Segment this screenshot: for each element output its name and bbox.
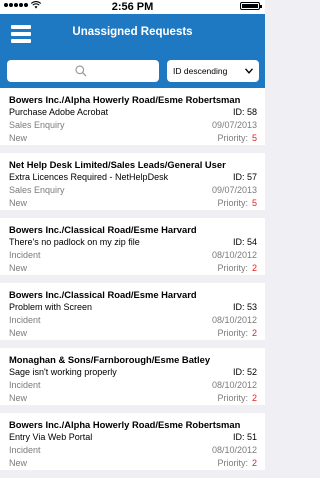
search-icon <box>75 65 87 77</box>
request-priority: Priority: 2 <box>217 458 257 468</box>
request-status: New <box>9 133 28 143</box>
request-status: New <box>9 198 28 208</box>
request-card[interactable]: Bowers Inc./Classical Road/Esme Harvard … <box>0 283 265 340</box>
battery-icon <box>240 2 262 10</box>
priority-value: 2 <box>251 263 257 273</box>
request-title: Bowers Inc./Alpha Howerly Road/Esme Robe… <box>9 94 241 105</box>
request-date: 09/07/2013 <box>211 120 257 130</box>
sort-dropdown[interactable]: ID descending <box>167 60 259 82</box>
request-card[interactable]: Bowers Inc./Classical Road/Esme Harvard … <box>0 218 265 275</box>
request-title: Net Help Desk Limited/Sales Leads/Genera… <box>9 159 226 170</box>
chevron-down-icon <box>245 68 253 74</box>
request-status: New <box>9 328 28 338</box>
request-id: ID: 53 <box>232 302 257 312</box>
priority-value: 2 <box>251 328 257 338</box>
request-priority: Priority: 5 <box>217 198 257 208</box>
request-title: Monaghan & Sons/Farnborough/Esme Batley <box>9 354 211 365</box>
search-toolbar: ID descending <box>0 54 265 88</box>
request-type: Incident <box>9 445 41 455</box>
page-title: Unassigned Requests <box>72 26 193 38</box>
request-id: ID: 57 <box>232 172 257 182</box>
request-summary: There's no padlock on my zip file <box>9 237 140 247</box>
request-card[interactable]: Bowers Inc./Alpha Howerly Road/Esme Robe… <box>0 88 265 145</box>
priority-value: 2 <box>251 458 257 468</box>
request-summary: Problem with Screen <box>9 302 93 312</box>
request-priority: Priority: 5 <box>217 133 257 143</box>
request-summary: Sage isn't working properly <box>9 367 117 377</box>
request-id: ID: 54 <box>232 237 257 247</box>
request-card[interactable]: Bowers Inc./Alpha Howerly Road/Esme Robe… <box>0 413 265 470</box>
request-status: New <box>9 393 28 403</box>
request-date: 08/10/2012 <box>211 250 257 260</box>
request-title: Bowers Inc./Alpha Howerly Road/Esme Robe… <box>9 419 241 430</box>
request-date: 08/10/2012 <box>211 315 257 325</box>
request-type: Incident <box>9 315 41 325</box>
request-type: Incident <box>9 250 41 260</box>
request-summary: Entry Via Web Portal <box>9 432 93 442</box>
request-date: 09/07/2013 <box>211 185 257 195</box>
request-id: ID: 51 <box>232 432 257 442</box>
search-input[interactable] <box>7 60 159 82</box>
request-id: ID: 52 <box>232 367 257 377</box>
request-priority: Priority: 2 <box>217 393 257 403</box>
request-type: Incident <box>9 380 41 390</box>
request-id: ID: 58 <box>232 107 257 117</box>
request-title: Bowers Inc./Classical Road/Esme Harvard <box>9 289 197 300</box>
request-title: Bowers Inc./Classical Road/Esme Harvard <box>9 224 197 235</box>
app-header: Unassigned Requests <box>0 14 265 54</box>
request-status: New <box>9 458 28 468</box>
request-summary: Purchase Adobe Acrobat <box>9 107 109 117</box>
request-date: 08/10/2012 <box>211 380 257 390</box>
request-summary: Extra Licences Required - NetHelpDesk <box>9 172 169 182</box>
request-date: 08/10/2012 <box>211 445 257 455</box>
priority-value: 5 <box>251 133 257 143</box>
request-type: Sales Enquiry <box>9 185 65 195</box>
sort-selected-value: ID descending <box>173 66 228 76</box>
priority-value: 2 <box>251 393 257 403</box>
request-priority: Priority: 2 <box>217 328 257 338</box>
request-priority: Priority: 2 <box>217 263 257 273</box>
request-type: Sales Enquiry <box>9 120 65 130</box>
request-status: New <box>9 263 28 273</box>
status-bar: 2:56 PM <box>0 0 265 14</box>
status-time: 2:56 PM <box>111 1 154 13</box>
request-list: Bowers Inc./Alpha Howerly Road/Esme Robe… <box>0 88 265 478</box>
priority-value: 5 <box>251 198 257 208</box>
request-card[interactable]: Monaghan & Sons/Farnborough/Esme Batley … <box>0 348 265 405</box>
request-card[interactable]: Net Help Desk Limited/Sales Leads/Genera… <box>0 153 265 210</box>
